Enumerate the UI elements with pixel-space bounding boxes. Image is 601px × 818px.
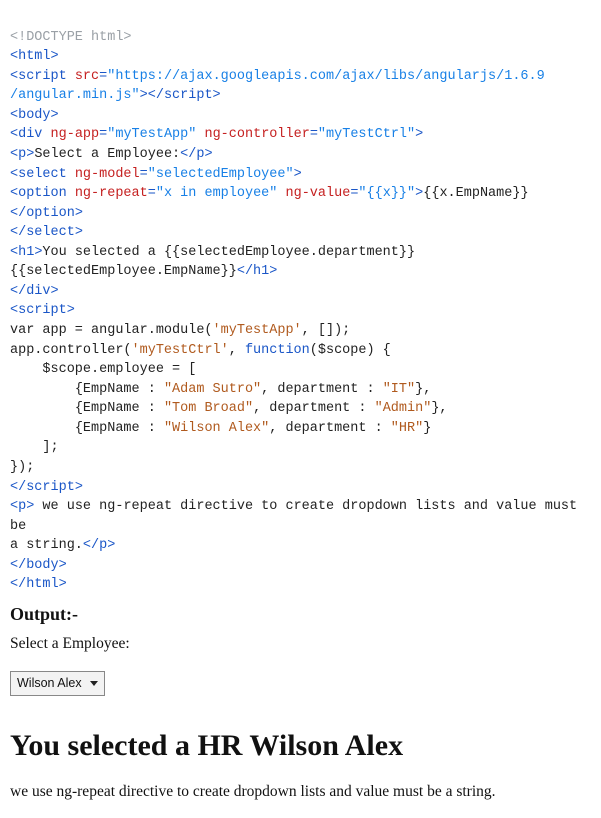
body-open: <body> bbox=[10, 108, 59, 123]
output-label: Select a Employee: bbox=[10, 633, 591, 655]
html-close: </html> bbox=[10, 577, 67, 592]
p-note-line1: <p> we use ng-repeat directive to create… bbox=[10, 499, 585, 534]
html-open: <html> bbox=[10, 49, 59, 64]
js-line-3: $scope.employee = [ bbox=[10, 362, 196, 377]
script-src-line2: /angular.min.js"></script> bbox=[10, 88, 221, 103]
div-close: </div> bbox=[10, 284, 59, 299]
js-line-7: ]; bbox=[10, 440, 59, 455]
js-line-4: {EmpName : "Adam Sutro", department : "I… bbox=[10, 382, 431, 397]
js-line-1: var app = angular.module('myTestApp', []… bbox=[10, 323, 350, 338]
option-line: <option ng-repeat="x in employee" ng-val… bbox=[10, 186, 529, 221]
h1-line2: {{selectedEmployee.EmpName}}</h1> bbox=[10, 264, 277, 279]
output-note: we use ng-repeat directive to create dro… bbox=[10, 781, 591, 803]
script-open: <script> bbox=[10, 303, 75, 318]
p-note-line2: a string.</p> bbox=[10, 538, 115, 553]
code-block: <!DOCTYPE html> <html> <script src="http… bbox=[10, 8, 591, 595]
select-close: </select> bbox=[10, 225, 83, 240]
body-close: </body> bbox=[10, 558, 67, 573]
script-close: </script> bbox=[10, 480, 83, 495]
js-line-2: app.controller('myTestCtrl', function($s… bbox=[10, 343, 391, 358]
p-select-line: <p>Select a Employee:</p> bbox=[10, 147, 213, 162]
output-heading: Output:- bbox=[10, 601, 591, 627]
output-block: Select a Employee: Wilson Alex You selec… bbox=[10, 633, 591, 804]
js-line-6: {EmpName : "Wilson Alex", department : "… bbox=[10, 421, 431, 436]
doctype-line: <!DOCTYPE html> bbox=[10, 30, 132, 45]
output-result-heading: You selected a HR Wilson Alex bbox=[10, 724, 591, 768]
h1-line1: <h1>You selected a {{selectedEmployee.de… bbox=[10, 245, 415, 260]
div-open: <div ng-app="myTestApp" ng-controller="m… bbox=[10, 127, 423, 142]
script-src-line: <script src="https://ajax.googleapis.com… bbox=[10, 69, 545, 84]
select-open: <select ng-model="selectedEmployee"> bbox=[10, 167, 302, 182]
js-line-5: {EmpName : "Tom Broad", department : "Ad… bbox=[10, 401, 448, 416]
js-line-8: }); bbox=[10, 460, 34, 475]
